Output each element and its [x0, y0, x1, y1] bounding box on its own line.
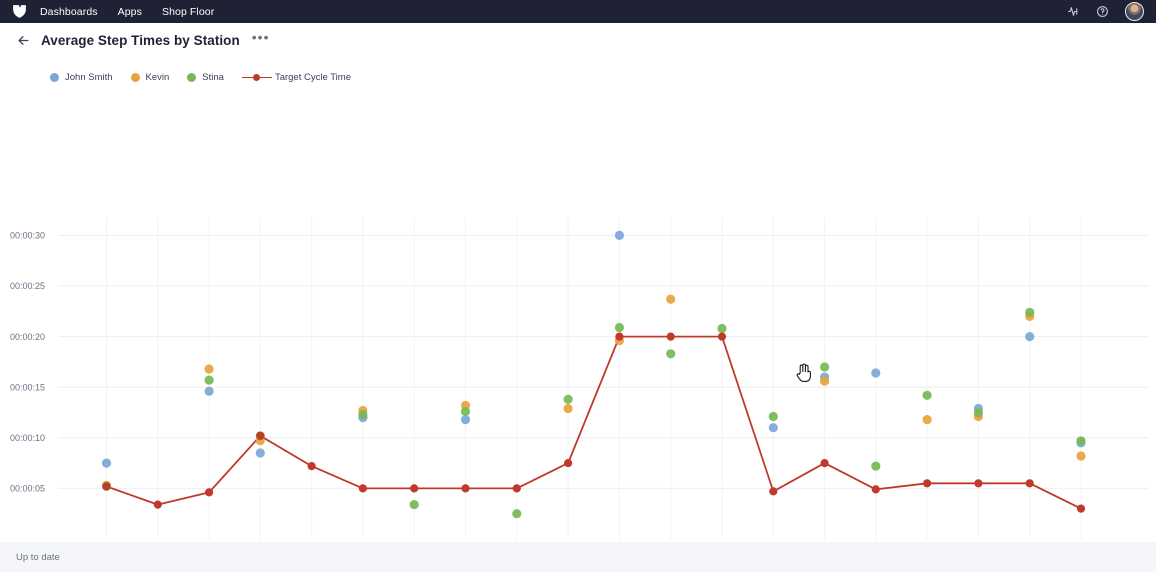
legend-label-target-cycle-time: Target Cycle Time [274, 71, 351, 83]
data-point-target-cycle-time[interactable] [410, 484, 419, 493]
data-point-target-cycle-time[interactable] [512, 484, 521, 493]
data-point-stina[interactable] [973, 407, 984, 418]
data-point-stina[interactable] [358, 409, 368, 420]
data-point-stina[interactable] [409, 500, 419, 510]
data-point-target-cycle-time[interactable] [769, 487, 778, 496]
data-point-kevin[interactable] [563, 403, 573, 414]
data-point-john-smith[interactable] [871, 368, 881, 378]
data-point-stina[interactable] [460, 406, 471, 417]
data-point-target-cycle-time[interactable] [102, 482, 111, 491]
data-point-john-smith[interactable] [1025, 332, 1035, 342]
legend-dot-john-smith [50, 72, 59, 82]
data-point-john-smith[interactable] [204, 386, 214, 396]
data-point-target-cycle-time[interactable] [820, 459, 829, 468]
target-cycle-time-line[interactable] [106, 335, 1082, 510]
legend-dot-stina [187, 72, 197, 82]
scatter-line-chart[interactable]: 00:00:30 00:00:25 00:00:20 00:00:15 00:00:10… [0, 97, 1156, 567]
data-point-target-cycle-time[interactable] [717, 332, 727, 341]
data-point-target-cycle-time[interactable] [564, 459, 573, 468]
data-point-target-cycle-time[interactable] [461, 484, 470, 493]
top-navbar: Dashboards Apps Shop Floor [0, 0, 1156, 23]
data-point-target-cycle-time[interactable] [666, 332, 675, 341]
nav-right-actions [1067, 2, 1148, 21]
more-options-button[interactable]: ••• [250, 30, 272, 47]
data-point-target-cycle-time[interactable] [1076, 504, 1086, 513]
y-axis-tick-label: 00:00:10 [10, 433, 45, 443]
data-point-target-cycle-time[interactable] [153, 500, 162, 509]
data-point-target-cycle-time[interactable] [615, 332, 624, 341]
data-point-target-cycle-time[interactable] [871, 485, 880, 494]
legend-label-stina: Stina [202, 71, 224, 83]
help-circle-icon[interactable] [1096, 5, 1109, 18]
chart-card: John Smith Kevin Stina Target Cycle Time… [0, 57, 1156, 572]
status-text: Up to date [16, 551, 60, 563]
data-point-stina[interactable] [563, 394, 573, 404]
y-axis-tick-label: 00:00:30 [10, 231, 45, 241]
page-header: Average Step Times by Station ••• [0, 23, 1156, 57]
activity-pulse-icon[interactable] [1067, 5, 1080, 18]
status-bar: Up to date [0, 542, 1156, 572]
legend-label-kevin: Kevin [145, 71, 170, 83]
data-point-target-cycle-time[interactable] [923, 479, 932, 488]
data-point-target-cycle-time[interactable] [205, 488, 214, 497]
data-point-target-cycle-time[interactable] [974, 479, 983, 488]
data-point-kevin[interactable] [666, 294, 676, 304]
legend-item-target-cycle-time[interactable]: Target Cycle Time [241, 71, 351, 83]
legend-dot-kevin [130, 72, 140, 82]
data-point-stina[interactable] [204, 375, 214, 385]
data-point-stina[interactable] [1025, 307, 1035, 317]
data-point-john-smith[interactable] [255, 448, 265, 458]
legend-line-marker-target-cycle-time [241, 73, 272, 82]
data-point-stina[interactable] [666, 349, 676, 359]
data-point-kevin[interactable] [1076, 451, 1086, 461]
avatar[interactable] [1125, 2, 1144, 21]
legend-label-john-smith: John Smith [65, 71, 113, 83]
data-point-stina[interactable] [614, 322, 625, 333]
data-point-target-cycle-time[interactable] [1025, 479, 1034, 488]
data-point-stina[interactable] [717, 323, 727, 334]
legend-item-john-smith[interactable]: John Smith [50, 72, 113, 83]
data-point-stina[interactable] [768, 411, 778, 422]
y-axis-tick-label: 00:00:20 [10, 332, 45, 342]
data-point-target-cycle-time[interactable] [358, 484, 367, 493]
y-axis-tick-label: 00:00:25 [10, 281, 45, 291]
data-point-target-cycle-time[interactable] [256, 431, 265, 440]
plot-area[interactable]: 00:00:30 00:00:25 00:00:20 00:00:15 00:00:10… [0, 97, 1156, 567]
y-axis-tick-label: 00:00:15 [10, 382, 45, 392]
data-point-john-smith[interactable] [614, 230, 625, 240]
data-point-john-smith[interactable] [768, 423, 778, 433]
data-point-kevin[interactable] [922, 415, 932, 425]
nav-link-shop-floor[interactable]: Shop Floor [162, 6, 214, 18]
data-point-stina[interactable] [512, 509, 522, 519]
data-point-john-smith[interactable] [460, 415, 471, 425]
data-point-stina[interactable] [820, 362, 830, 372]
data-point-john-smith[interactable] [101, 458, 112, 468]
nav-link-dashboards[interactable]: Dashboards [40, 6, 98, 18]
nav-link-apps[interactable]: Apps [118, 6, 142, 18]
nav-links: Dashboards Apps Shop Floor [40, 6, 214, 18]
data-point-stina[interactable] [871, 461, 881, 471]
data-point-stina[interactable] [922, 390, 932, 400]
data-point-target-cycle-time[interactable] [307, 462, 316, 471]
back-arrow-icon[interactable] [16, 33, 31, 48]
data-point-kevin[interactable] [820, 376, 830, 386]
data-point-kevin[interactable] [204, 364, 214, 374]
y-axis-tick-label: 00:00:05 [10, 484, 45, 494]
chart-legend: John Smith Kevin Stina Target Cycle Time [0, 57, 1156, 85]
data-point-stina[interactable] [1076, 436, 1086, 446]
logo-icon[interactable] [6, 3, 32, 20]
legend-item-stina[interactable]: Stina [187, 72, 224, 83]
legend-item-kevin[interactable]: Kevin [130, 71, 170, 83]
page-title: Average Step Times by Station [41, 32, 240, 48]
